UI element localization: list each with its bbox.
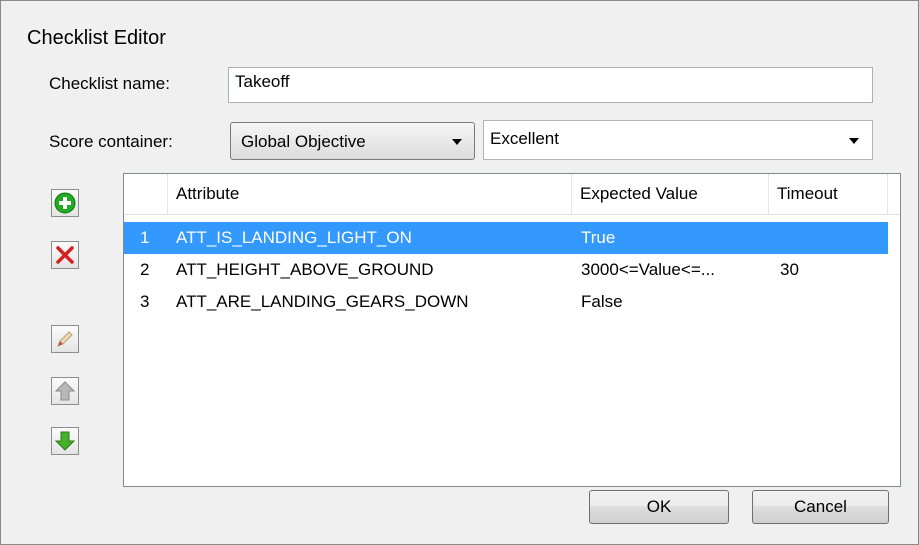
table-header: Attribute Expected Value Timeout [124, 174, 900, 215]
edit-button[interactable] [51, 325, 79, 353]
row-attribute: ATT_HEIGHT_ABOVE_GROUND [176, 260, 434, 279]
checklist-name-input[interactable] [235, 72, 866, 92]
row-attribute: ATT_ARE_LANDING_GEARS_DOWN [176, 292, 469, 311]
checklist-name-label: Checklist name: [49, 74, 170, 93]
row-expected-value: True [581, 228, 616, 247]
column-header-timeout[interactable]: Timeout [769, 174, 888, 214]
move-up-icon [54, 381, 76, 401]
row-expected-value: 3000<=Value<=... [581, 260, 715, 279]
score-container-select[interactable]: Global Objective [230, 122, 475, 160]
chevron-down-icon [452, 139, 462, 145]
row-timeout: 30 [780, 260, 799, 279]
dialog-title: Checklist Editor [27, 27, 166, 49]
row-number: 3 [140, 292, 150, 311]
table-row[interactable]: 3 ATT_ARE_LANDING_GEARS_DOWN False [124, 286, 888, 318]
checklist-name-field[interactable] [228, 67, 873, 103]
score-value-select[interactable]: Excellent [483, 120, 873, 160]
delete-button[interactable] [51, 241, 79, 269]
column-header-expected-value[interactable]: Expected Value [572, 174, 769, 214]
checklist-table[interactable]: Attribute Expected Value Timeout 1 ATT_I… [123, 173, 901, 487]
column-header-number[interactable] [124, 174, 168, 214]
edit-icon [57, 331, 73, 347]
column-header-attribute[interactable]: Attribute [168, 174, 572, 214]
dialog-body: Checklist name: Score container: Global … [11, 57, 906, 534]
row-attribute: ATT_IS_LANDING_LIGHT_ON [176, 228, 412, 247]
score-container-label: Score container: [49, 132, 173, 151]
row-number: 1 [140, 228, 150, 247]
add-icon [54, 192, 76, 214]
move-down-button[interactable] [51, 427, 79, 455]
title-bar: Checklist Editor [9, 9, 909, 55]
move-up-button[interactable] [51, 377, 79, 405]
delete-icon [56, 246, 74, 264]
row-number: 2 [140, 260, 150, 279]
add-button[interactable] [51, 189, 79, 217]
move-down-icon [54, 431, 76, 451]
chevron-down-icon[interactable] [849, 138, 859, 144]
cancel-button[interactable]: Cancel [752, 490, 889, 524]
ok-button[interactable]: OK [589, 490, 729, 524]
score-container-value: Global Objective [241, 132, 366, 151]
checklist-editor-dialog: Checklist Editor Checklist name: Score c… [0, 0, 919, 545]
row-expected-value: False [581, 292, 623, 311]
table-row[interactable]: 2 ATT_HEIGHT_ABOVE_GROUND 3000<=Value<=.… [124, 254, 888, 286]
score-value-text: Excellent [490, 129, 559, 148]
table-row[interactable]: 1 ATT_IS_LANDING_LIGHT_ON True [124, 222, 888, 254]
